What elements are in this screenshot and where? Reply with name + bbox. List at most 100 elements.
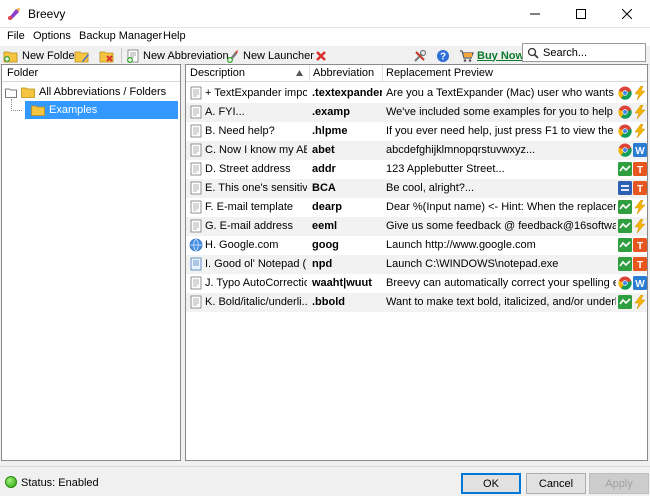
row-type-icon	[189, 200, 203, 217]
tree-item-all-abbreviations[interactable]: All Abbreviations / Folders	[5, 83, 175, 101]
status-indicator-icon	[5, 476, 17, 488]
settings-button[interactable]	[413, 47, 427, 64]
row-type-icon	[189, 124, 203, 141]
cell-replacement-preview: If you ever need help, just press F1 to …	[386, 125, 616, 137]
row-type-icon	[189, 86, 203, 103]
cell-description: D. Street address	[205, 163, 291, 175]
table-row[interactable]: C. Now I know my AB... abet abcdefghijklmn…	[186, 141, 647, 160]
apply-button[interactable]: Apply	[589, 473, 649, 494]
new-folder-button[interactable]: New Folder	[3, 47, 78, 64]
cell-description: F. E-mail template	[205, 201, 294, 213]
column-header-abbreviation[interactable]: Abbreviation	[313, 67, 374, 79]
chrome-icon	[618, 105, 632, 119]
cell-replacement-preview: 123 Applebutter Street...	[386, 163, 505, 175]
help-icon: ?	[437, 49, 449, 62]
table-row[interactable]: I. Good ol' Notepad (... npd Launch C:\WIN…	[186, 255, 647, 274]
cell-replacement-preview: abcdefghijklmnopqrstuvwxyz...	[386, 144, 536, 156]
table-row[interactable]: F. E-mail template dearp Dear %(Input name…	[186, 198, 647, 217]
window-title: Breevy	[28, 7, 66, 21]
buy-now-button[interactable]: Buy Now	[459, 47, 524, 64]
cell-description: A. FYI...	[205, 106, 245, 118]
cell-replacement-preview: Breevy can automatically correct your sp…	[386, 277, 616, 289]
svg-text:T: T	[637, 260, 643, 271]
cell-description: I. Good ol' Notepad (...	[205, 258, 307, 270]
cell-description: C. Now I know my AB...	[205, 144, 307, 156]
tree-item-label: All Abbreviations / Folders	[39, 86, 167, 98]
search-input[interactable]	[543, 46, 639, 59]
tree-item-label: Examples	[49, 104, 98, 116]
table-row[interactable]: K. Bold/italic/underli... .bbold Want to m…	[186, 293, 647, 312]
menu-file[interactable]: File	[7, 30, 25, 42]
cancel-button[interactable]: Cancel	[526, 473, 586, 494]
cell-replacement-preview: Give us some feedback @ feedback@16softw…	[386, 220, 616, 232]
edit-folder-button[interactable]	[74, 47, 90, 64]
cell-description: K. Bold/italic/underli...	[205, 296, 307, 308]
row-type-icon	[189, 257, 203, 274]
help-button[interactable]: ?	[436, 47, 450, 64]
close-button[interactable]	[604, 0, 650, 28]
minimize-button[interactable]	[512, 0, 558, 28]
table-row[interactable]: D. Street address addr 123 Applebutter Str…	[186, 160, 647, 179]
menu-options[interactable]: Options	[33, 30, 71, 42]
table-row[interactable]: B. Need help? .hlpme If you ever need help…	[186, 122, 647, 141]
new-abbreviation-label: New Abbreviation	[143, 49, 229, 62]
lightning-icon	[634, 219, 646, 233]
column-header-description[interactable]: Description	[190, 67, 245, 79]
tree-item-examples[interactable]: Examples	[25, 101, 178, 119]
table-row[interactable]: + TextExpander impo... .textexpander Are y…	[186, 84, 647, 103]
new-folder-icon	[3, 51, 18, 62]
cell-description: + TextExpander impo...	[205, 87, 307, 99]
ok-button[interactable]: OK	[461, 473, 521, 494]
table-row[interactable]: A. FYI... .examp We've included some examp…	[186, 103, 647, 122]
app-launcher-icon	[190, 257, 202, 271]
cell-abbreviation: goog	[312, 239, 339, 251]
row-type-icon	[189, 238, 203, 255]
cell-description: H. Google.com	[205, 239, 279, 251]
table-row[interactable]: H. Google.com goog Launch http://www.googl…	[186, 236, 647, 255]
table-row[interactable]: G. E-mail address eeml Give us some feedba…	[186, 217, 647, 236]
case-sensitive-icon	[618, 257, 632, 271]
cell-replacement-preview: Launch http://www.google.com	[386, 239, 536, 251]
new-abbreviation-button[interactable]: New Abbreviation	[126, 47, 229, 64]
maximize-button[interactable]	[558, 0, 604, 28]
buy-now-label: Buy Now	[477, 49, 525, 62]
search-box	[522, 43, 646, 62]
edit-folder-icon	[74, 51, 89, 62]
case-sensitive-icon	[618, 219, 632, 233]
row-type-icon	[189, 181, 203, 198]
column-divider[interactable]	[309, 65, 310, 82]
delete-folder-icon	[99, 51, 114, 62]
column-header-replacement-preview[interactable]: Replacement Preview	[386, 67, 493, 79]
column-divider[interactable]	[382, 65, 383, 82]
sensitive-icon	[618, 181, 632, 195]
toolbar-separator	[121, 48, 122, 63]
delete-folder-button[interactable]	[99, 47, 115, 64]
table-row[interactable]: E. This one's sensitive! BCA Be cool, alri…	[186, 179, 647, 198]
web-launcher-icon	[189, 238, 203, 252]
text-abbreviation-icon	[190, 86, 202, 100]
text-abbreviation-icon	[190, 219, 202, 233]
folder-pane-header: Folder	[2, 65, 180, 82]
text-abbreviation-icon	[190, 162, 202, 176]
menu-help[interactable]: Help	[163, 30, 186, 42]
status-bar: Status: Enabled OK Cancel Apply	[0, 466, 650, 496]
cell-replacement-preview: We've included some examples for you to …	[386, 106, 616, 118]
cell-abbreviation: BCA	[312, 182, 336, 194]
minimize-icon	[530, 13, 540, 15]
cell-replacement-preview: Want to make text bold, italicized, and/…	[386, 296, 616, 308]
delete-item-button[interactable]	[315, 47, 327, 64]
new-launcher-button[interactable]: New Launcher	[226, 47, 314, 64]
menu-backup-manager[interactable]: Backup Manager	[79, 30, 162, 42]
cell-abbreviation: eeml	[312, 220, 338, 232]
sort-ascending-icon	[296, 70, 303, 76]
case-sensitive-icon	[618, 238, 632, 252]
table-row[interactable]: J. Typo AutoCorrection waaht|wuut Breevy c…	[186, 274, 647, 293]
row-type-icon	[189, 295, 203, 312]
lightning-icon	[634, 86, 646, 100]
chrome-icon	[618, 143, 632, 157]
cell-description: B. Need help?	[205, 125, 275, 137]
list-header: Description Abbreviation Replacement Pre…	[186, 65, 647, 82]
cell-description: G. E-mail address	[205, 220, 294, 232]
cell-replacement-preview: Are you a TextExpander (Mac) user who wa…	[386, 87, 616, 99]
case-sensitive-icon	[618, 162, 632, 176]
